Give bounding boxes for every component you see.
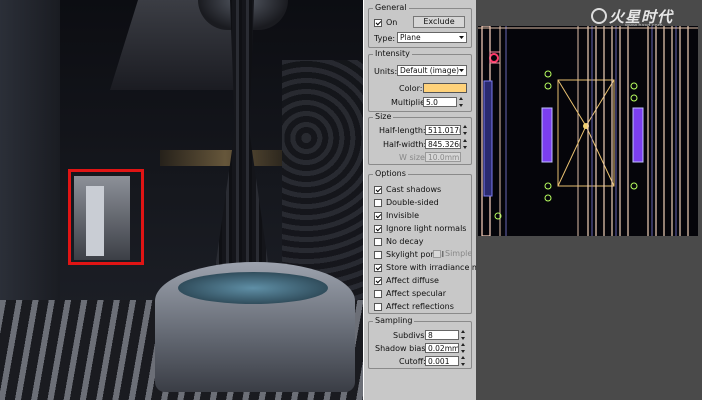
simple-label: Simple [445,249,473,258]
w-size-label: W size [399,153,425,162]
type-row: Type: [374,33,395,44]
units-label: Units: [374,67,398,76]
size-group: Size Half-length: 511.017m Half-width: 8… [368,112,472,165]
on-label: On [386,18,398,27]
chevron-down-icon [459,69,464,72]
options-group: Options Cast shadows Double-sided Invisibl… [368,169,490,314]
top-view-pane: 火星时代 www.hxsd.com [476,0,702,400]
option-checkbox[interactable] [374,198,382,207]
simple-checkbox [433,249,441,258]
intensity-title: Intensity [373,49,412,59]
option-label: Affect specular [386,289,447,298]
exclude-button[interactable]: Exclude [413,16,465,28]
simple-option-row: Simple [433,248,472,259]
color-row: Color: [399,83,422,94]
option-label: Affect diffuse [386,276,439,285]
units-value: Default (image) [400,66,460,75]
option-label: Ignore light normals [386,224,467,233]
size-title: Size [373,112,394,122]
light-parameters-panel: General On Exclude Type: Plane Intensity… [363,0,490,400]
option-checkbox[interactable] [374,302,382,311]
type-label: Type: [374,34,396,43]
option-checkbox[interactable] [374,211,382,220]
vray-light-plane [541,107,553,163]
color-swatch[interactable] [423,83,467,93]
w-size-field: 10.0mm [425,152,461,162]
cutoff-spinner[interactable] [461,356,466,366]
option-row[interactable]: Ignore light normals [374,223,466,234]
half-length-row: Half-length: [379,125,426,136]
logo-mark-icon [591,8,607,24]
option-row[interactable]: Double-sided [374,197,439,208]
shadow-bias-row: Shadow bias: [375,343,428,354]
sampling-group: Sampling Subdivs: 8 Shadow bias: 0.02mm … [368,316,472,369]
subdivs-row: Subdivs: [393,330,427,341]
option-row[interactable]: No decay [374,236,423,247]
cabinet-left [483,80,493,197]
type-dropdown[interactable]: Plane [397,32,467,43]
option-row[interactable]: Affect diffuse [374,275,439,286]
option-checkbox[interactable] [374,185,382,194]
cutoff-field[interactable]: 0.001 [425,356,459,366]
subdivs-spinner[interactable] [461,330,466,340]
half-width-spinner[interactable] [463,139,468,149]
half-width-row: Half-width: [383,139,426,150]
half-length-label: Half-length: [379,126,426,135]
render-viewport [0,0,363,400]
shadow-bias-spinner[interactable] [461,343,466,353]
intensity-group: Intensity Units: Default (image) Color: … [368,49,472,112]
cutoff-label: Cutoff: [399,357,426,366]
type-value: Plane [400,33,421,42]
options-title: Options [373,169,408,179]
bathtub-water [178,272,328,304]
option-checkbox[interactable] [374,263,382,272]
option-label: Double-sided [386,198,439,207]
option-label: Cast shadows [386,185,442,194]
option-checkbox[interactable] [374,224,382,233]
general-group: General On Exclude Type: Plane [368,3,472,48]
general-title: General [373,3,409,13]
cove-light-strip [160,150,290,166]
option-label: Affect reflections [386,302,454,311]
option-label: Invisible [386,211,419,220]
option-checkbox[interactable] [374,237,382,246]
option-label: Store with irradiance map [386,263,490,272]
units-dropdown[interactable]: Default (image) [397,65,467,76]
sampling-title: Sampling [373,316,415,326]
units-row: Units: [374,66,397,77]
option-row[interactable]: Affect specular [374,288,446,299]
subdivs-field[interactable]: 8 [425,330,459,340]
vray-light-plane-right [632,107,644,163]
cutoff-row: Cutoff: [399,356,426,367]
half-length-field[interactable]: 511.017m [425,125,461,135]
option-row[interactable]: Invisible [374,210,419,221]
subdivs-label: Subdivs: [393,331,428,340]
highlight-box [68,169,144,265]
chevron-down-icon [459,36,464,39]
option-row[interactable]: Cast shadows [374,184,441,195]
shadow-bias-field[interactable]: 0.02mm [425,343,459,353]
half-width-field[interactable]: 845.326m [425,139,461,149]
option-row[interactable]: Store with irradiance map [374,262,490,273]
on-checkbox-row[interactable]: On [374,17,397,28]
half-width-label: Half-width: [383,140,427,149]
color-label: Color: [399,84,423,93]
option-checkbox[interactable] [374,289,382,298]
top-view-viewport[interactable] [478,26,698,236]
shadow-bias-label: Shadow bias: [375,344,429,353]
option-checkbox[interactable] [374,276,382,285]
half-length-spinner[interactable] [463,125,468,135]
option-row[interactable]: Affect reflections [374,301,454,312]
on-checkbox[interactable] [374,18,382,27]
multiplier-field[interactable]: 5.0 [423,97,457,107]
option-label: No decay [386,237,424,246]
multiplier-spinner[interactable] [459,97,464,107]
w-size-row: W size [399,152,425,163]
option-checkbox[interactable] [374,250,382,259]
